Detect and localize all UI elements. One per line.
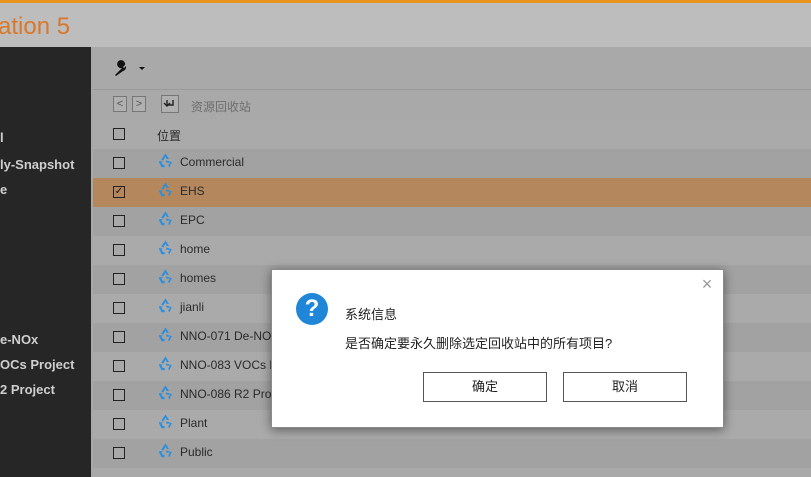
- row-checkbox[interactable]: [113, 418, 125, 430]
- recycle-bin-icon: [157, 355, 174, 372]
- sidebar-item[interactable]: OCs Project: [0, 357, 91, 372]
- table-row[interactable]: Commercial: [93, 149, 811, 178]
- recycle-bin-icon: [157, 268, 174, 285]
- row-checkbox[interactable]: [113, 157, 125, 169]
- row-name: jianli: [180, 300, 205, 314]
- table-row[interactable]: Public: [93, 439, 811, 468]
- row-name: NNO-086 R2 Proj: [180, 387, 275, 401]
- sidebar-item[interactable]: ly-Snapshot: [0, 157, 91, 172]
- app-header: ation 5: [0, 3, 811, 47]
- row-name: EPC: [180, 213, 205, 227]
- close-icon[interactable]: ×: [699, 275, 715, 293]
- cancel-button[interactable]: 取消: [563, 372, 687, 402]
- dialog-message: 是否确定要永久删除选定回收站中的所有项目?: [345, 336, 613, 351]
- question-icon: ?: [296, 293, 328, 325]
- table-row[interactable]: EPC: [93, 207, 811, 236]
- row-checkbox[interactable]: [113, 244, 125, 256]
- row-name: NNO-083 VOCs P: [180, 358, 278, 372]
- row-name: NNO-071 De-NOx: [180, 329, 278, 343]
- caret-down-icon: [139, 67, 145, 70]
- confirm-button[interactable]: 确定: [423, 372, 547, 402]
- undo-arrow-icon: [163, 100, 174, 107]
- sidebar-item[interactable]: e: [0, 182, 91, 197]
- recycle-bin-icon: [157, 442, 174, 459]
- row-checkbox[interactable]: [113, 215, 125, 227]
- navigation-bar: < > 资源回收站: [93, 90, 811, 118]
- row-checkbox[interactable]: [113, 447, 125, 459]
- row-checkbox[interactable]: [113, 389, 125, 401]
- tools-dropdown-button[interactable]: [111, 59, 151, 79]
- forward-button[interactable]: >: [132, 96, 146, 112]
- dialog-title: 系统信息: [345, 307, 398, 322]
- row-name: Commercial: [180, 155, 245, 169]
- recycle-bin-icon: [157, 326, 174, 343]
- recycle-bin-icon: [157, 181, 174, 198]
- row-name: homes: [180, 271, 217, 285]
- row-checkbox[interactable]: ✓: [113, 186, 125, 198]
- system-info-dialog: × ? 系统信息 是否确定要永久删除选定回收站中的所有项目? 确定 取消: [271, 269, 724, 428]
- row-checkbox[interactable]: [113, 302, 125, 314]
- sidebar: l ly-Snapshot e e-NOx OCs Project 2 Proj…: [0, 47, 91, 477]
- row-name: Public: [180, 445, 213, 459]
- table-row[interactable]: home: [93, 236, 811, 265]
- column-header-location[interactable]: 位置: [157, 127, 181, 144]
- table-row[interactable]: ✓ EHS: [93, 178, 811, 207]
- sidebar-item[interactable]: e-NOx: [0, 332, 91, 347]
- sidebar-item[interactable]: 2 Project: [0, 382, 91, 397]
- table-header-row: 位置: [93, 120, 811, 149]
- app-title: ation 5: [0, 13, 71, 40]
- recycle-bin-icon: [157, 239, 174, 256]
- back-button[interactable]: <: [113, 96, 127, 112]
- undo-button[interactable]: [161, 95, 179, 113]
- recycle-bin-icon: [157, 384, 174, 401]
- wrench-icon: [115, 60, 127, 76]
- select-all-checkbox[interactable]: [113, 128, 125, 140]
- recycle-bin-icon: [157, 297, 174, 314]
- row-checkbox[interactable]: [113, 331, 125, 343]
- recycle-bin-icon: [157, 413, 174, 430]
- recycle-bin-label: 资源回收站: [191, 100, 252, 114]
- sidebar-item[interactable]: l: [0, 130, 91, 145]
- recycle-bin-icon: [157, 152, 174, 169]
- toolbar: [93, 47, 811, 90]
- row-name: home: [180, 242, 211, 256]
- row-name: EHS: [180, 184, 205, 198]
- recycle-bin-icon: [157, 210, 174, 227]
- row-checkbox[interactable]: [113, 273, 125, 285]
- row-checkbox[interactable]: [113, 360, 125, 372]
- row-name: Plant: [180, 416, 208, 430]
